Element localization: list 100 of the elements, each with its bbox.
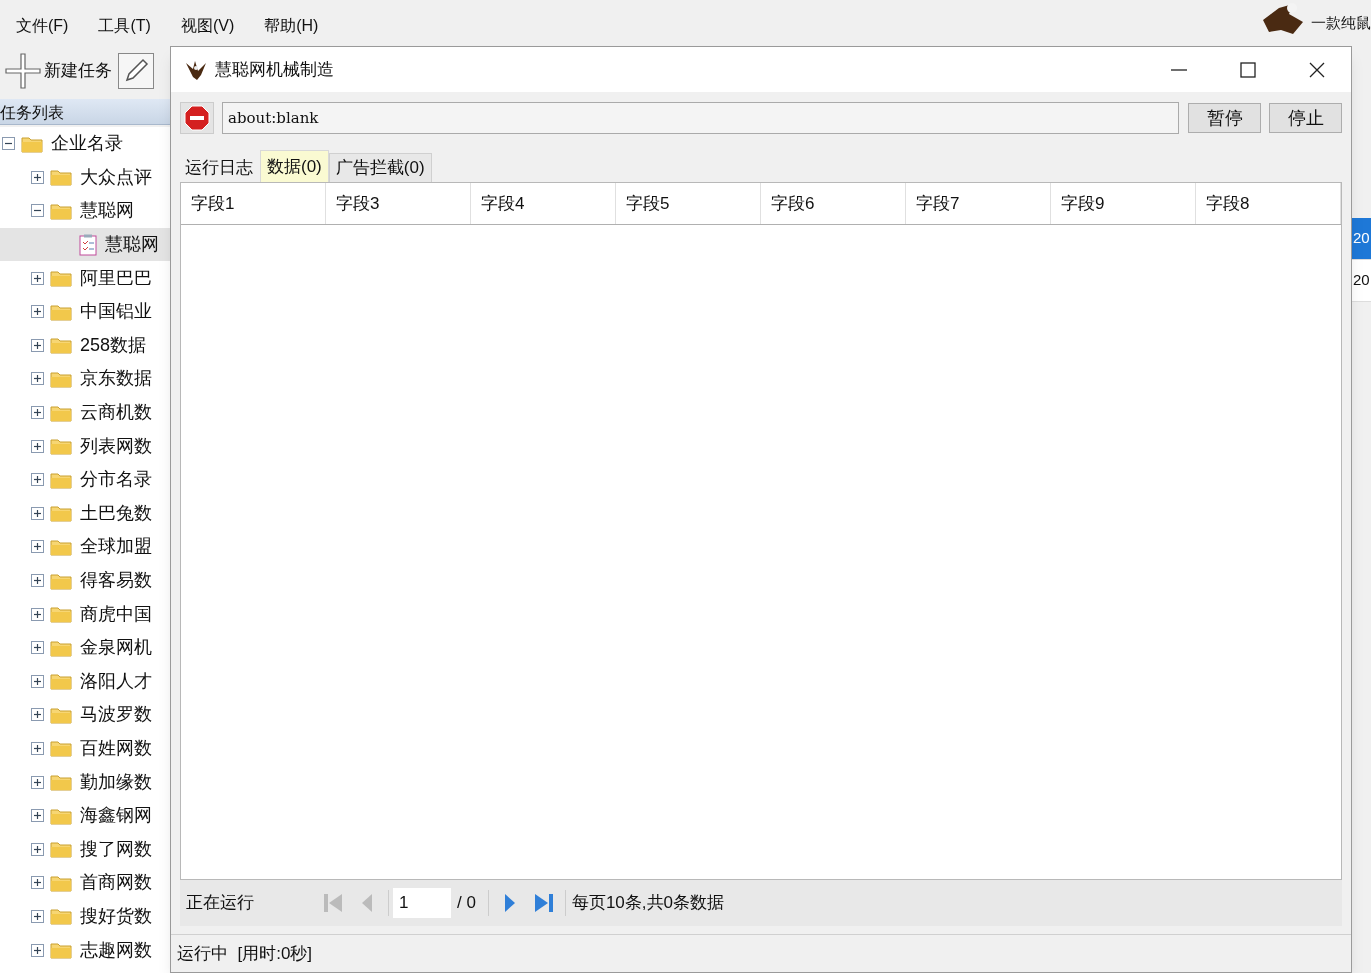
folder-icon: [50, 638, 72, 657]
expand-icon[interactable]: [31, 540, 44, 554]
tree-item[interactable]: 得客易数: [0, 563, 170, 598]
expand-icon[interactable]: [31, 170, 44, 184]
tree-item[interactable]: 搜了网数: [0, 832, 170, 867]
column-header[interactable]: 字段4: [471, 183, 616, 224]
folder-icon: [50, 773, 72, 792]
folder-icon: [50, 739, 72, 758]
folder-icon: [50, 168, 72, 187]
expand-icon[interactable]: [31, 372, 44, 386]
tree-item[interactable]: 企业名录: [0, 127, 170, 161]
folder-icon: [50, 504, 72, 523]
tree-item[interactable]: 海鑫钢网: [0, 798, 170, 833]
edit-button[interactable]: [118, 53, 154, 89]
collapse-icon[interactable]: [2, 137, 15, 151]
tree-item[interactable]: 搜好货数: [0, 899, 170, 934]
expand-icon[interactable]: [31, 439, 44, 453]
menu-item[interactable]: 文件(F): [8, 12, 77, 40]
tree-item[interactable]: 志趣网数: [0, 933, 170, 967]
expand-icon[interactable]: [31, 506, 44, 520]
column-header[interactable]: 字段3: [326, 183, 471, 224]
column-header[interactable]: 字段6: [761, 183, 906, 224]
tree-item[interactable]: 列表网数: [0, 429, 170, 463]
tree-item[interactable]: 阿里巴巴: [0, 261, 170, 295]
column-header[interactable]: 字段1: [181, 183, 326, 224]
folder-icon: [50, 571, 72, 590]
expand-icon[interactable]: [31, 305, 44, 319]
tree-item[interactable]: 分市名录: [0, 462, 170, 497]
first-page-icon: [322, 892, 344, 914]
tree-item[interactable]: 金泉网机: [0, 630, 170, 665]
tab[interactable]: 广告拦截(0): [328, 153, 432, 182]
status-bar-text: 运行中 [用时:0秒]: [177, 942, 313, 965]
column-header[interactable]: 字段8: [1196, 183, 1341, 224]
menu-item[interactable]: 工具(T): [90, 12, 159, 40]
folder-icon: [50, 336, 72, 355]
table-cell: 20: [1352, 218, 1371, 260]
column-header[interactable]: 字段9: [1051, 183, 1196, 224]
expand-icon[interactable]: [31, 607, 44, 621]
tree-item[interactable]: 全球加盟: [0, 530, 170, 564]
expand-icon[interactable]: [31, 406, 44, 420]
folder-icon: [50, 269, 72, 288]
tree-item[interactable]: 京东数据: [0, 362, 170, 396]
tree-item[interactable]: 马波罗数: [0, 698, 170, 732]
expand-icon[interactable]: [31, 641, 44, 655]
folder-icon: [50, 705, 72, 724]
expand-icon[interactable]: [31, 809, 44, 823]
expand-icon[interactable]: [31, 708, 44, 722]
tree-item[interactable]: 中国铝业: [0, 294, 170, 329]
folder-icon: [50, 369, 72, 388]
stop-button[interactable]: [180, 102, 214, 134]
expand-icon[interactable]: [31, 271, 44, 285]
folder-icon: [50, 941, 72, 960]
expand-icon[interactable]: [31, 674, 44, 688]
new-task-button[interactable]: 新建任务: [4, 52, 112, 90]
last-page-icon: [532, 892, 555, 914]
tree-item[interactable]: 大众点评: [0, 160, 170, 195]
column-header[interactable]: 字段5: [616, 183, 761, 224]
folder-icon: [50, 672, 72, 691]
tree-item[interactable]: 云商机数: [0, 395, 170, 430]
tree-item[interactable]: 百姓网数: [0, 731, 170, 766]
expand-icon[interactable]: [31, 473, 44, 487]
brand-tagline: 一款纯鼠: [1311, 12, 1371, 33]
tree-item[interactable]: 勤加缘数: [0, 765, 170, 799]
page-total: / 0: [457, 892, 476, 915]
folder-icon: [50, 537, 72, 556]
folder-icon: [50, 840, 72, 859]
address-field[interactable]: about:blank: [222, 102, 1179, 134]
tree-item[interactable]: 土巴兔数: [0, 496, 170, 531]
expand-icon[interactable]: [31, 338, 44, 352]
next-icon: [502, 892, 517, 914]
toolbar-button[interactable]: 暂停: [1188, 103, 1261, 133]
stop-sign-icon: [184, 105, 210, 131]
folder-icon: [21, 134, 43, 153]
toolbar-button[interactable]: 停止: [1269, 103, 1342, 133]
folder-icon: [50, 907, 72, 926]
tree-item[interactable]: 商虎中国: [0, 597, 170, 631]
expand-icon[interactable]: [31, 909, 44, 923]
tree-item[interactable]: 慧聪网: [0, 227, 170, 262]
folder-icon: [50, 806, 72, 825]
expand-icon[interactable]: [31, 842, 44, 856]
collapse-icon[interactable]: [31, 204, 44, 218]
expand-icon[interactable]: [31, 775, 44, 789]
expand-icon[interactable]: [31, 574, 44, 587]
tree-item[interactable]: 慧聪网: [0, 194, 170, 228]
expand-icon[interactable]: [31, 943, 44, 957]
tree-item[interactable]: 258数据: [0, 328, 170, 363]
tree-item[interactable]: 首商网数: [0, 866, 170, 900]
page-field[interactable]: 1: [393, 888, 451, 918]
maximize-icon: [1237, 59, 1258, 80]
previous-icon: [360, 892, 374, 914]
menu-item[interactable]: 视图(V): [172, 12, 243, 40]
expand-icon[interactable]: [31, 742, 44, 755]
expand-icon[interactable]: [31, 876, 44, 890]
pencil-icon: [123, 58, 149, 84]
folder-icon: [50, 202, 72, 220]
tab[interactable]: 数据(0): [260, 150, 329, 182]
menu-item[interactable]: 帮助(H): [256, 12, 327, 40]
tree-item[interactable]: 洛阳人才: [0, 664, 170, 699]
column-header[interactable]: 字段7: [906, 183, 1051, 224]
table-cell: 20: [1352, 260, 1371, 302]
